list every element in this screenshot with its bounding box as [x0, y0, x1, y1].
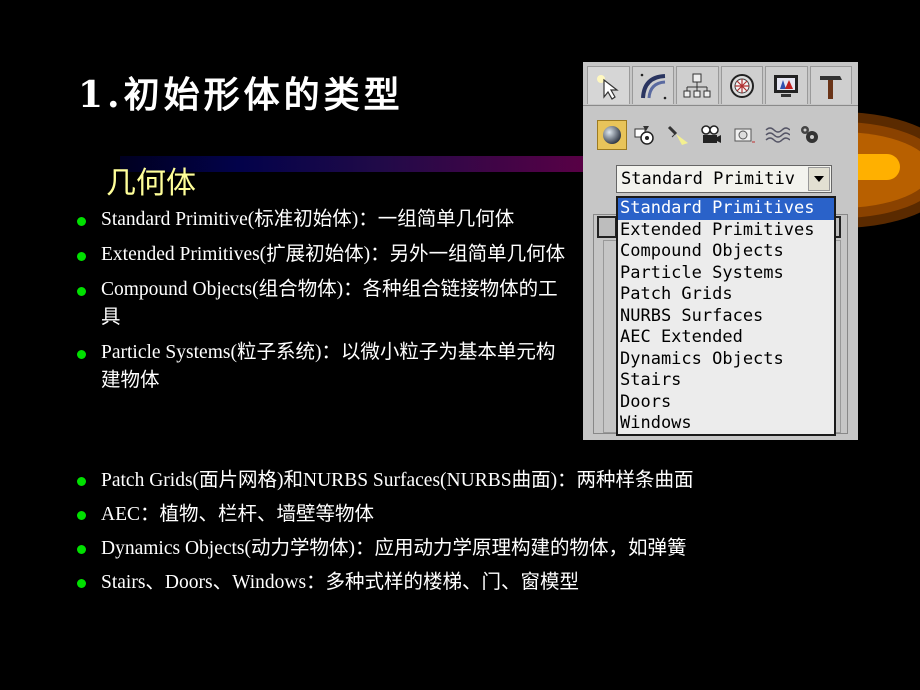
helper-icon: [734, 128, 755, 143]
space-warps-button[interactable]: [762, 120, 792, 150]
modify-arc-icon: [640, 73, 667, 99]
bullet-item: Extended Primitives(扩展初始体)：另外一组简单几何体: [76, 241, 566, 269]
dropdown-option-stairs[interactable]: Stairs: [618, 370, 834, 392]
create-subcategory-bar: [597, 120, 828, 150]
geometry-button[interactable]: [597, 120, 627, 150]
tab-motion[interactable]: [720, 66, 763, 104]
tab-hierarchy[interactable]: [676, 66, 719, 104]
bullet-dot-icon: [77, 217, 86, 226]
tab-divider: [583, 105, 858, 106]
tab-create[interactable]: [587, 66, 630, 104]
systems-button[interactable]: [795, 120, 825, 150]
slide-subtitle: 几何体: [106, 166, 196, 201]
hierarchy-icon: [683, 73, 711, 97]
camera-icon: [701, 125, 721, 143]
bullet-dot-icon: [77, 477, 86, 486]
bullet-item: Patch Grids(面片网格)和NURBS Surfaces(NURBS曲面…: [76, 466, 836, 495]
light-icon: [667, 125, 688, 145]
dropdown-option-nurbs-surfaces[interactable]: NURBS Surfaces: [618, 306, 834, 328]
cursor-star-icon: [597, 74, 620, 100]
display-monitor-icon: [774, 74, 799, 97]
lights-button[interactable]: [663, 120, 693, 150]
dropdown-option-dynamics-objects[interactable]: Dynamics Objects: [618, 349, 834, 371]
dropdown-arrow-button[interactable]: [808, 167, 830, 191]
bullet-dot-icon: [77, 579, 86, 588]
chevron-down-icon: [814, 176, 824, 182]
shapes-button[interactable]: [630, 120, 660, 150]
hammer-icon: [819, 75, 842, 99]
bullet-dot-icon: [77, 545, 86, 554]
category-dropdown[interactable]: Standard Primitiv: [616, 165, 832, 193]
category-dropdown-value: Standard Primitiv: [621, 169, 795, 189]
dropdown-option-doors[interactable]: Doors: [618, 392, 834, 414]
sphere-icon: [603, 126, 621, 144]
bullet-dot-icon: [77, 287, 86, 296]
rollout-toggle-button[interactable]: [597, 216, 617, 238]
dropdown-option-windows[interactable]: Windows: [618, 413, 834, 435]
dropdown-option-aec-extended[interactable]: AEC Extended: [618, 327, 834, 349]
bullet-list-bottom: Patch Grids(面片网格)和NURBS Surfaces(NURBS曲面…: [76, 466, 836, 602]
bullet-item: Dynamics Objects(动力学物体)：应用动力学原理构建的物体，如弹簧: [76, 534, 836, 563]
dropdown-option-standard-primitives[interactable]: Standard Primitives: [618, 198, 834, 220]
bullet-item: Standard Primitive(标准初始体)：一组简单几何体: [76, 206, 566, 234]
motion-wheel-icon: [729, 73, 754, 98]
dropdown-option-extended-primitives[interactable]: Extended Primitives: [618, 220, 834, 242]
cameras-button[interactable]: [696, 120, 726, 150]
bullet-item: Particle Systems(粒子系统)：以微小粒子为基本单元构建物体: [76, 339, 566, 395]
dropdown-option-particle-systems[interactable]: Particle Systems: [618, 263, 834, 285]
bullet-item: Compound Objects(组合物体)：各种组合链接物体的工具: [76, 276, 566, 332]
command-panel-screenshot: Standard Primitiv Standard Primitives Ex…: [583, 62, 858, 440]
slide-title: 1.初始形体的类型: [78, 74, 404, 116]
command-panel-tabs: [587, 66, 854, 104]
helpers-button[interactable]: [729, 120, 759, 150]
shapes-icon: [634, 126, 654, 145]
bullet-dot-icon: [77, 252, 86, 261]
tab-utilities[interactable]: [809, 66, 852, 104]
bullet-dot-icon: [77, 350, 86, 359]
dropdown-option-compound-objects[interactable]: Compound Objects: [618, 241, 834, 263]
tab-modify[interactable]: [631, 66, 674, 104]
wave-icon: [765, 127, 790, 143]
bullet-list-top: Standard Primitive(标准初始体)：一组简单几何体 Extend…: [76, 206, 566, 402]
category-dropdown-list: Standard Primitives Extended Primitives …: [616, 196, 836, 436]
bullet-item: Stairs、Doors、Windows：多种式样的楼梯、门、窗模型: [76, 568, 836, 597]
dropdown-option-patch-grids[interactable]: Patch Grids: [618, 284, 834, 306]
bullet-dot-icon: [77, 511, 86, 520]
tab-display[interactable]: [765, 66, 808, 104]
bullet-item: AEC：植物、栏杆、墙壁等物体: [76, 500, 836, 529]
gears-icon: [801, 126, 818, 143]
